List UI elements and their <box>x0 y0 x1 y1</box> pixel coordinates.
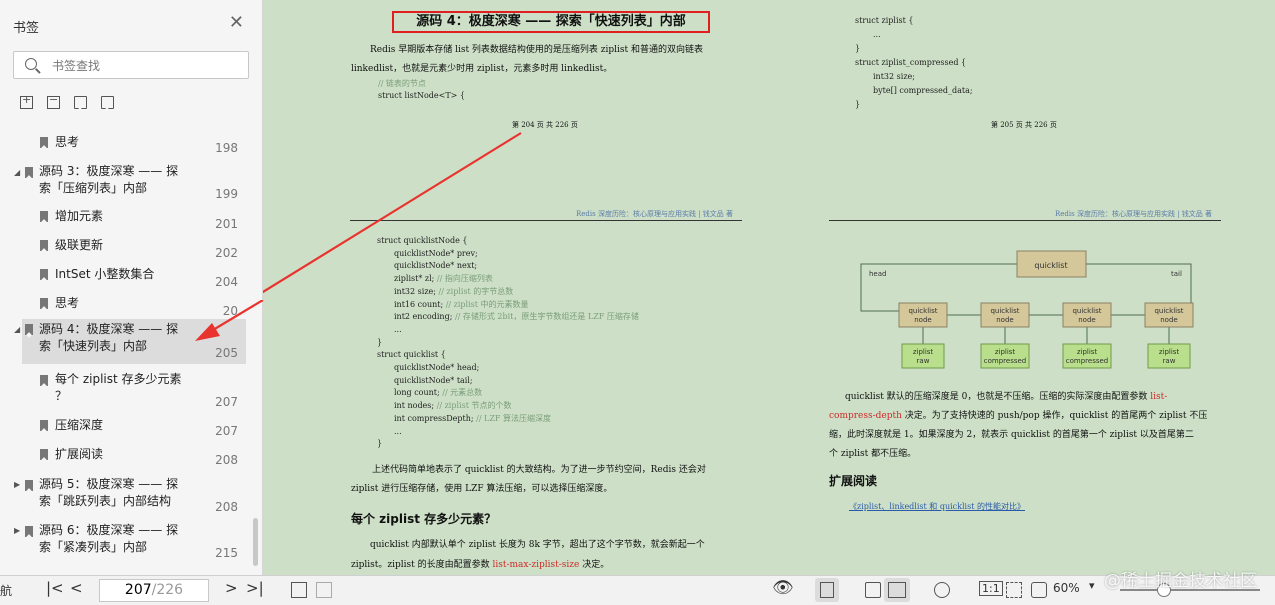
list-item[interactable]: ▶ 源码 5：极度深寒 —— 探 索「跳跃列表」内部结构 208 <box>0 476 250 522</box>
bookmark-icon[interactable] <box>101 96 114 109</box>
annotation-arrow-tip <box>195 300 264 341</box>
list-item[interactable]: 级联更新 202 <box>0 237 250 265</box>
list-item[interactable]: ▶ 源码 6：极度深寒 —— 探 索「紧凑列表」内部 215 <box>0 522 250 568</box>
bookmark-icon <box>25 480 33 491</box>
close-icon[interactable]: ✕ <box>229 14 244 32</box>
list-item[interactable]: IntSet 小整数集合 204 <box>0 266 250 294</box>
single-page-icon <box>820 582 834 598</box>
list-item[interactable]: 每个 ziplist 存多少元素 ？ 207 <box>0 371 250 417</box>
list-item[interactable]: 压缩深度 207 <box>0 417 250 445</box>
single-page-button[interactable] <box>815 578 839 602</box>
bookmark-icon <box>40 269 48 280</box>
bookmark-search-input[interactable] <box>50 55 244 77</box>
bookmark-icon <box>40 298 48 309</box>
play-icon[interactable] <box>934 582 950 598</box>
page-number-input[interactable]: 207/226 <box>99 579 209 602</box>
bookmark-icon <box>25 324 33 335</box>
bookmark-icon <box>40 137 48 148</box>
list-item[interactable]: 扩展阅读 208 <box>0 446 250 474</box>
collapse-arrow-icon[interactable]: ◢ <box>14 168 20 177</box>
first-page-icon[interactable]: |< <box>46 579 64 597</box>
bookmark-toolbar <box>20 93 114 110</box>
bookmark-icon <box>25 167 33 178</box>
rotate-icon[interactable] <box>1031 582 1047 598</box>
forward-icon[interactable] <box>316 582 332 598</box>
sidebar-title: 书签 <box>13 21 40 36</box>
expand-arrow-icon[interactable]: ▶ <box>14 480 20 489</box>
expand-arrow-icon[interactable]: ▶ <box>14 526 20 535</box>
actual-size-icon[interactable]: 1:1 <box>979 581 1003 596</box>
bookmark-icon <box>40 240 48 251</box>
sidebar-scrollbar[interactable] <box>253 518 258 566</box>
zoom-dropdown-icon[interactable]: ▾ <box>1089 579 1095 592</box>
eye-protect-icon[interactable]: 👁 <box>772 578 794 598</box>
list-item[interactable]: 增加元素 201 <box>0 208 250 236</box>
document-view[interactable]: 源码 4：极度深寒 —— 探索「快速列表」内部 Redis 早期版本存储 lis… <box>263 0 1275 575</box>
back-icon[interactable] <box>291 582 307 598</box>
previous-page-icon[interactable]: < <box>70 579 83 597</box>
double-page-button[interactable] <box>884 578 910 602</box>
double-page-icon <box>888 582 906 598</box>
sidebar-header: 书签 ✕ <box>0 0 262 50</box>
arrow-head <box>195 323 220 341</box>
last-page-icon[interactable]: >| <box>246 579 264 597</box>
annotation-arrow <box>263 132 522 294</box>
list-item[interactable]: 思考 198 <box>0 128 250 156</box>
bookmark-icon <box>40 420 48 431</box>
expand-all-icon[interactable] <box>20 93 33 109</box>
next-page-icon[interactable]: > <box>225 579 238 597</box>
zoom-level[interactable]: 60% <box>1053 581 1080 595</box>
bookmark-sidebar: 书签 ✕ 思考 198 ◢ 源码 3：极度深寒 —— 探 索「压缩列表」内部 1… <box>0 0 263 575</box>
search-icon <box>25 58 37 70</box>
page-view-icon[interactable] <box>865 582 881 598</box>
arrow-shaft <box>207 300 264 334</box>
watermark: @稀土掘金技术社区 <box>1104 571 1257 591</box>
bookmark-search-field[interactable] <box>13 51 249 79</box>
collapse-all-icon[interactable] <box>47 93 60 109</box>
bottom-toolbar: 航 |< < 207/226 > >| 👁 1:1 60% ▾ <box>0 575 1275 605</box>
fit-page-icon[interactable] <box>1006 582 1022 598</box>
bookmark-icon <box>40 449 48 460</box>
bookmark-list: 思考 198 ◢ 源码 3：极度深寒 —— 探 索「压缩列表」内部 199 增加… <box>0 128 262 568</box>
bookmark-icon <box>40 375 48 386</box>
bookmark-icon <box>40 211 48 222</box>
nav-label: 航 <box>0 584 13 598</box>
arrow-shaft <box>263 132 522 294</box>
bookmark-icon <box>25 526 33 537</box>
list-item[interactable]: ◢ 源码 3：极度深寒 —— 探 索「压缩列表」内部 199 <box>0 163 250 211</box>
collapse-arrow-icon[interactable]: ◢ <box>14 325 20 334</box>
add-bookmark-icon[interactable] <box>74 96 87 109</box>
